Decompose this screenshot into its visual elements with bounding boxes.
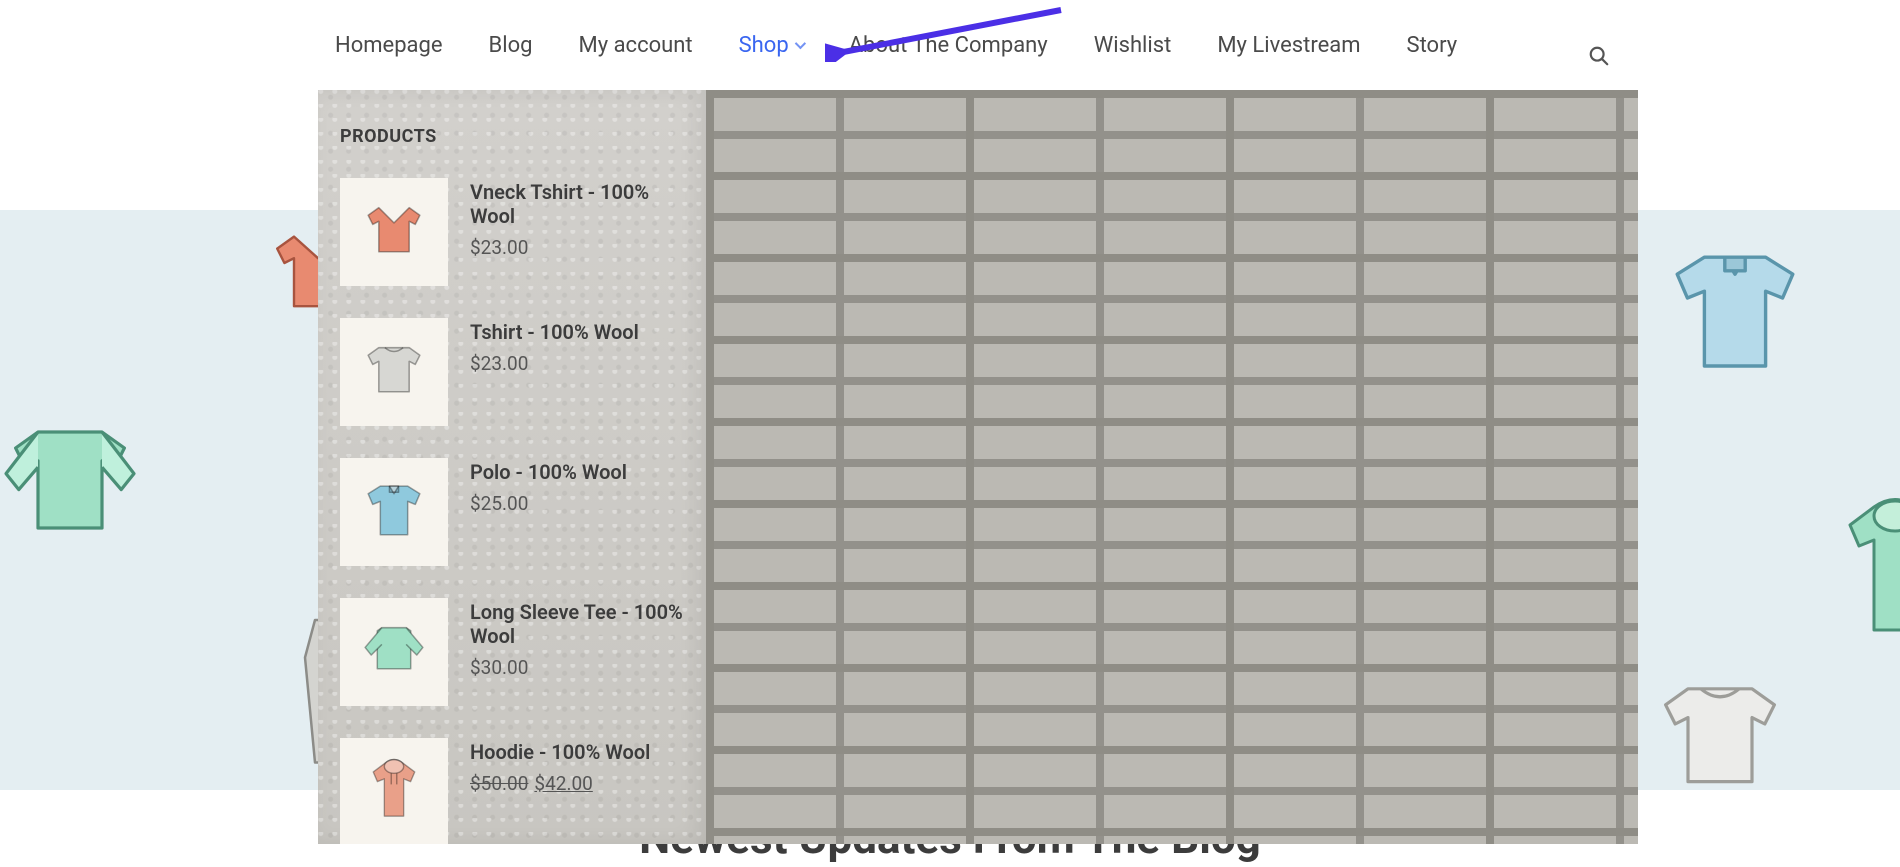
search-icon[interactable] [1588,45,1610,67]
nav-label: Blog [489,33,533,58]
nav-blog[interactable]: Blog [489,33,533,58]
products-list: Vneck Tshirt - 100% Wool$23.00Tshirt - 1… [340,178,684,844]
nav-label: Wishlist [1094,33,1172,58]
megamenu-products-panel: PRODUCTS Vneck Tshirt - 100% Wool$23.00T… [318,90,706,844]
nav-label: Shop [739,33,789,58]
deco-hoodie-right [1820,490,1900,680]
deco-longsleeve-left [0,400,150,560]
nav-label: Story [1407,33,1458,58]
products-heading: PRODUCTS [340,126,437,147]
product-name[interactable]: Tshirt - 100% Wool [470,320,639,344]
product-name[interactable]: Long Sleeve Tee - 100% Wool [470,600,684,648]
product-info: Vneck Tshirt - 100% Wool $23.00 [470,178,684,259]
nav-wishlist[interactable]: Wishlist [1094,33,1172,58]
product-thumb[interactable] [340,318,448,426]
nav-label: My account [579,33,693,58]
product-info: Tshirt - 100% Wool $23.00 [470,318,639,375]
product-thumb[interactable] [340,598,448,706]
product-item: Polo - 100% Wool $25.00 [340,458,684,566]
nav-label: My Livestream [1217,33,1360,58]
product-info: Polo - 100% Wool $25.00 [470,458,627,515]
megamenu-brick-bg [706,90,1638,844]
top-navbar: Homepage Blog My account Shop About The … [0,0,1900,90]
product-price: $50.00 $42.00 [470,772,650,795]
product-info: Long Sleeve Tee - 100% Wool $30.00 [470,598,684,679]
nav-livestream[interactable]: My Livestream [1217,33,1360,58]
deco-polo-right [1650,230,1820,400]
product-name[interactable]: Hoodie - 100% Wool [470,740,650,764]
nav-label: About The Company [849,33,1048,58]
product-price: $25.00 [470,492,627,515]
product-price: $23.00 [470,236,684,259]
nav-label: Homepage [335,33,443,58]
product-thumb[interactable] [340,738,448,844]
shop-megamenu: PRODUCTS Vneck Tshirt - 100% Wool$23.00T… [318,90,1638,844]
product-item: Tshirt - 100% Wool $23.00 [340,318,684,426]
product-thumb[interactable] [340,458,448,566]
product-info: Hoodie - 100% Wool $50.00 $42.00 [470,738,650,795]
product-item: Long Sleeve Tee - 100% Wool $30.00 [340,598,684,706]
chevron-down-icon [794,38,805,49]
product-item: Hoodie - 100% Wool $50.00 $42.00 [340,738,684,844]
primary-nav: Homepage Blog My account Shop About The … [335,0,1457,90]
product-old-price: $50.00 [470,772,528,795]
product-name[interactable]: Vneck Tshirt - 100% Wool [470,180,684,228]
nav-my-account[interactable]: My account [579,33,693,58]
product-thumb[interactable] [340,178,448,286]
nav-about[interactable]: About The Company [849,33,1048,58]
product-item: Vneck Tshirt - 100% Wool $23.00 [340,178,684,286]
nav-homepage[interactable]: Homepage [335,33,443,58]
product-new-price: $42.00 [534,772,592,795]
nav-shop[interactable]: Shop [739,33,803,58]
nav-story[interactable]: Story [1407,33,1458,58]
product-price: $30.00 [470,656,684,679]
product-price: $23.00 [470,352,639,375]
deco-tshirt-bottom-right [1640,660,1800,820]
product-name[interactable]: Polo - 100% Wool [470,460,627,484]
